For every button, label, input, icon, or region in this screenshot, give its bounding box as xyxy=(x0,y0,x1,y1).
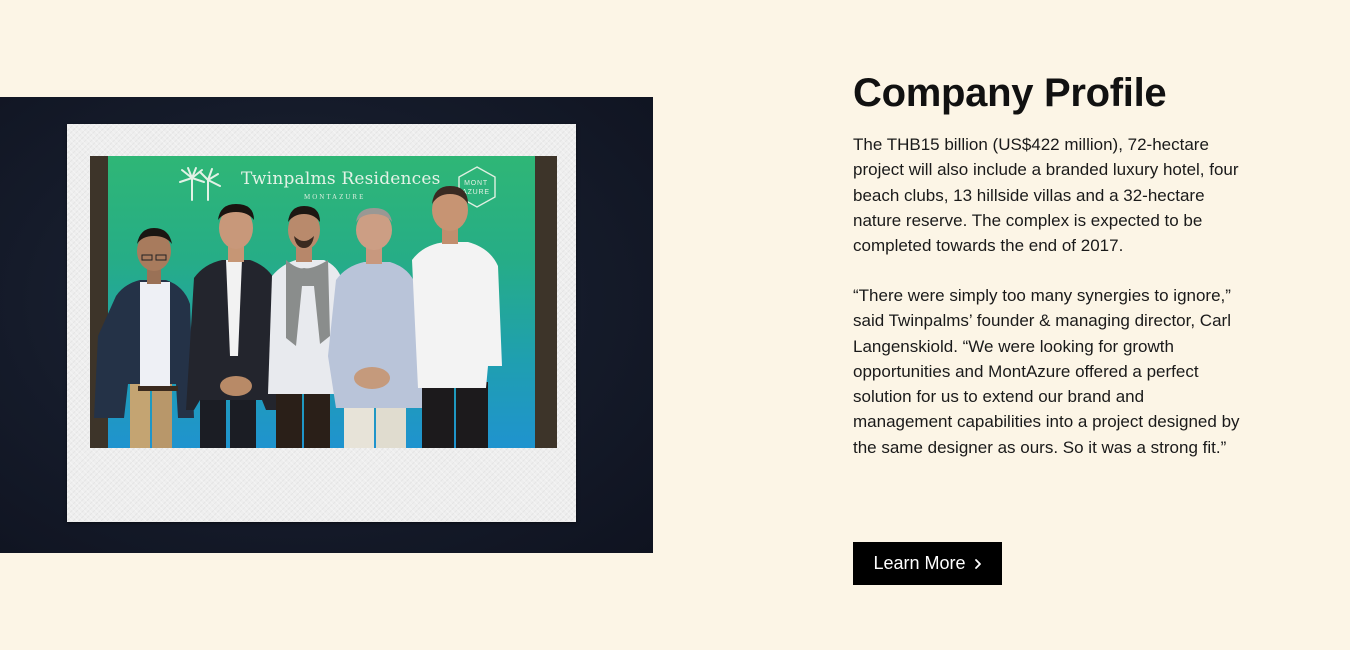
page-title: Company Profile xyxy=(853,71,1167,115)
learn-more-label: Learn More xyxy=(873,553,966,573)
person-2 xyxy=(186,204,284,448)
learn-more-button[interactable]: Learn More xyxy=(853,542,1002,585)
people-group xyxy=(94,186,502,448)
person-4 xyxy=(328,208,424,448)
profile-section: Company Profile xyxy=(853,70,1253,116)
chevron-right-icon xyxy=(974,558,981,569)
company-photo: Twinpalms Residences MONTAZURE MONT AZUR… xyxy=(0,97,653,553)
photo-image: Twinpalms Residences MONTAZURE MONT AZUR… xyxy=(90,156,557,448)
profile-paragraph-1: The THB15 billion (US$422 million), 72-h… xyxy=(853,135,1239,256)
person-1 xyxy=(94,228,194,448)
polaroid-frame: Twinpalms Residences MONTAZURE MONT AZUR… xyxy=(67,124,576,522)
profile-paragraph-2: “There were simply too many synergies to… xyxy=(853,286,1240,457)
person-5 xyxy=(412,186,502,448)
